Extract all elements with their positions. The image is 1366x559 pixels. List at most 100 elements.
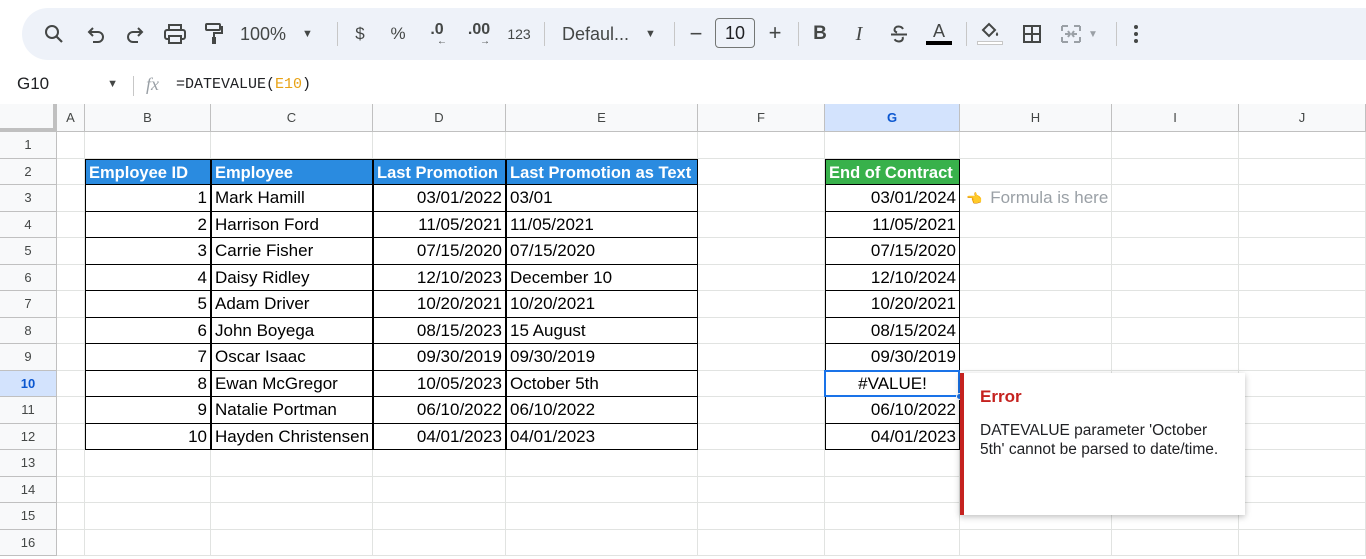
table-cell[interactable]: 09/30/2019 [506, 344, 698, 371]
table-cell[interactable]: 3 [85, 238, 211, 265]
contract-cell[interactable]: 04/01/2023 [825, 423, 960, 450]
increase-decimal-button[interactable]: .00 → [462, 20, 496, 48]
italic-button[interactable]: I [847, 22, 871, 46]
table-cell[interactable]: 04/01/2023 [506, 423, 698, 450]
strikethrough-icon[interactable] [887, 22, 911, 46]
table-header-cell[interactable]: Employee ID [85, 158, 211, 185]
table-cell[interactable]: Hayden Christensen [211, 423, 373, 450]
bold-button[interactable]: B [808, 22, 832, 46]
table-cell[interactable]: 7 [85, 344, 211, 371]
row-header[interactable]: 7 [0, 291, 57, 318]
table-cell[interactable]: 09/30/2019 [373, 344, 506, 371]
contract-header-cell[interactable]: End of Contract [825, 158, 960, 185]
row-header[interactable]: 2 [0, 158, 57, 185]
table-cell[interactable]: Natalie Portman [211, 397, 373, 424]
table-cell[interactable]: 10 [85, 423, 211, 450]
row-header[interactable]: 11 [0, 397, 57, 424]
table-cell[interactable]: Adam Driver [211, 291, 373, 318]
row-header[interactable]: 1 [0, 132, 57, 159]
contract-cell[interactable]: 12/10/2024 [825, 264, 960, 291]
table-cell[interactable]: Daisy Ridley [211, 264, 373, 291]
row-header[interactable]: 6 [0, 264, 57, 291]
contract-cell[interactable]: 03/01/2024 [825, 185, 960, 212]
row-header[interactable]: 10 [0, 370, 57, 397]
row-header[interactable]: 15 [0, 503, 57, 530]
table-cell[interactable]: 1 [85, 185, 211, 212]
table-cell[interactable]: 5 [85, 291, 211, 318]
column-header[interactable]: E [506, 104, 698, 132]
font-size-input[interactable]: 10 [715, 18, 755, 48]
contract-cell[interactable]: 07/15/2020 [825, 238, 960, 265]
table-cell[interactable]: 2 [85, 211, 211, 238]
name-box[interactable]: G10 ▼ [17, 73, 122, 95]
row-header[interactable]: 8 [0, 317, 57, 344]
text-color-button[interactable]: A [926, 18, 952, 48]
row-header[interactable]: 16 [0, 529, 57, 556]
print-icon[interactable] [163, 22, 187, 46]
currency-format-button[interactable]: $ [348, 22, 372, 46]
formula-input[interactable]: =DATEVALUE(E10) [176, 76, 311, 93]
table-cell[interactable]: Ewan McGregor [211, 370, 373, 397]
row-header[interactable]: 3 [0, 185, 57, 212]
column-header[interactable]: F [698, 104, 825, 132]
table-cell[interactable]: 06/10/2022 [506, 397, 698, 424]
row-header[interactable]: 5 [0, 238, 57, 265]
table-cell[interactable]: John Boyega [211, 317, 373, 344]
undo-icon[interactable] [84, 22, 108, 46]
row-header[interactable]: 14 [0, 476, 57, 503]
font-select[interactable]: Defaul... ▼ [562, 21, 662, 47]
redo-icon[interactable] [123, 22, 147, 46]
table-cell[interactable]: 6 [85, 317, 211, 344]
row-header[interactable]: 9 [0, 344, 57, 371]
select-all-corner[interactable] [0, 104, 57, 132]
table-cell[interactable]: Oscar Isaac [211, 344, 373, 371]
table-header-cell[interactable]: Last Promotion [373, 158, 506, 185]
table-cell[interactable]: October 5th [506, 370, 698, 397]
column-header[interactable]: D [373, 104, 506, 132]
table-cell[interactable]: 04/01/2023 [373, 423, 506, 450]
table-header-cell[interactable]: Last Promotion as Text [506, 158, 698, 185]
table-cell[interactable]: 15 August [506, 317, 698, 344]
merge-cells-icon[interactable]: ▼ [1060, 22, 1108, 46]
table-header-cell[interactable]: Employee [211, 158, 373, 185]
table-cell[interactable]: Harrison Ford [211, 211, 373, 238]
table-cell[interactable]: 12/10/2023 [373, 264, 506, 291]
table-cell[interactable]: Mark Hamill [211, 185, 373, 212]
table-cell[interactable]: 03/01 [506, 185, 698, 212]
table-cell[interactable]: 8 [85, 370, 211, 397]
table-cell[interactable]: 08/15/2023 [373, 317, 506, 344]
column-header[interactable]: G [825, 104, 960, 132]
contract-cell[interactable]: 11/05/2021 [825, 211, 960, 238]
row-header[interactable]: 13 [0, 450, 57, 477]
row-header[interactable]: 4 [0, 211, 57, 238]
column-header[interactable]: H [960, 104, 1112, 132]
decrease-decimal-button[interactable]: .0 ← [422, 20, 452, 48]
table-cell[interactable]: 10/20/2021 [373, 291, 506, 318]
table-cell[interactable]: 9 [85, 397, 211, 424]
column-header[interactable]: C [211, 104, 373, 132]
more-options-icon[interactable] [1124, 22, 1148, 46]
contract-cell[interactable]: 06/10/2022 [825, 397, 960, 424]
table-cell[interactable]: Carrie Fisher [211, 238, 373, 265]
table-cell[interactable]: 11/05/2021 [506, 211, 698, 238]
table-cell[interactable]: 06/10/2022 [373, 397, 506, 424]
decrease-font-size-button[interactable]: − [684, 21, 708, 46]
column-header[interactable]: B [85, 104, 211, 132]
table-cell[interactable]: 10/05/2023 [373, 370, 506, 397]
table-cell[interactable]: 4 [85, 264, 211, 291]
zoom-select[interactable]: 100% ▼ [240, 21, 324, 47]
contract-cell[interactable]: 08/15/2024 [825, 317, 960, 344]
more-formats-button[interactable]: 123 [504, 22, 534, 46]
table-cell[interactable]: 07/15/2020 [373, 238, 506, 265]
column-header[interactable]: I [1112, 104, 1239, 132]
borders-icon[interactable] [1020, 22, 1044, 46]
increase-font-size-button[interactable]: + [763, 20, 787, 45]
fill-color-icon[interactable] [977, 18, 1003, 48]
table-cell[interactable]: 03/01/2022 [373, 185, 506, 212]
row-header[interactable]: 12 [0, 423, 57, 450]
table-cell[interactable]: 10/20/2021 [506, 291, 698, 318]
column-header[interactable]: J [1239, 104, 1366, 132]
paint-format-icon[interactable] [202, 22, 226, 46]
search-icon[interactable] [42, 22, 66, 46]
table-cell[interactable]: 11/05/2021 [373, 211, 506, 238]
